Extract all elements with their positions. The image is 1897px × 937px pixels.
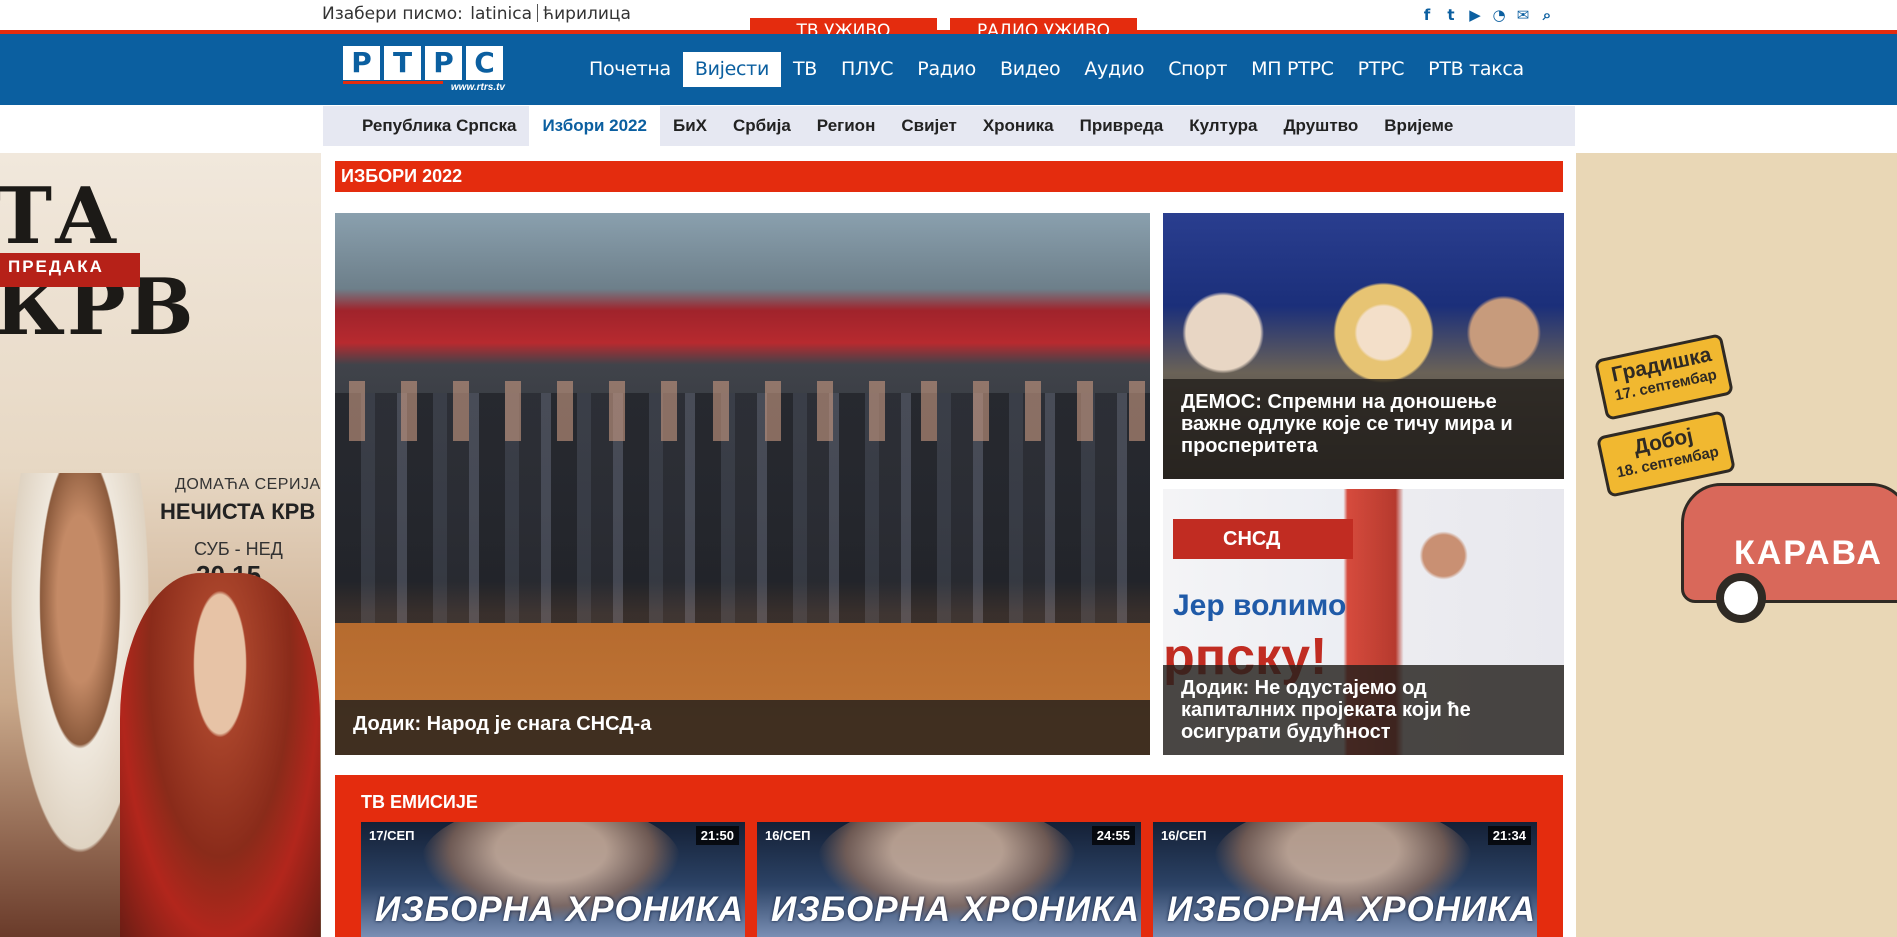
nav-item-plus[interactable]: ПЛУС <box>829 52 905 87</box>
ad-text-series-name: НЕЧИСТА КРВ <box>160 499 316 524</box>
tv-show-date: 17/СЕП <box>369 828 415 843</box>
tv-show-card[interactable]: 16/СЕП 24:55 ИЗБОРНА ХРОНИКА <box>757 822 1141 937</box>
ad-bus-label: КАРАВА <box>1734 534 1883 572</box>
hero-story[interactable]: Додик: Народ је снага СНСД-а <box>335 213 1150 755</box>
subnav-item-crime[interactable]: Хроника <box>970 106 1067 146</box>
tv-show-date: 16/СЕП <box>765 828 811 843</box>
nav-item-home[interactable]: Почетна <box>577 52 683 87</box>
tv-show-duration: 21:34 <box>1487 826 1531 845</box>
twitter-icon[interactable]: t <box>1442 5 1460 25</box>
side-story-headline[interactable]: Додик: Не одустајемо од капиталних проје… <box>1163 665 1564 755</box>
nav-item-audio[interactable]: Аудио <box>1072 52 1156 87</box>
subnav-item-republika-srpska[interactable]: Република Српска <box>349 106 529 146</box>
ad-bus-illustration: КАРАВА <box>1681 483 1897 603</box>
photo-banner-snsd: СНСД <box>1173 519 1353 559</box>
main-nav: Почетна Вијести ТВ ПЛУС Радио Видео Ауди… <box>577 52 1536 87</box>
tv-show-card[interactable]: 16/СЕП 21:34 ИЗБОРНА ХРОНИКА <box>1153 822 1537 937</box>
tv-show-duration: 24:55 <box>1091 826 1135 845</box>
script-latin-link[interactable]: latinica <box>470 4 532 24</box>
left-ad-banner[interactable]: ТА КРВ ПРЕДАКА ДОМАЋА СЕРИЈА НЕЧИСТА КРВ… <box>0 153 321 937</box>
tv-show-duration: 21:50 <box>695 826 739 845</box>
side-story-demos[interactable]: ДЕМОС: Спремни на доношење важне одлуке … <box>1163 213 1564 479</box>
side-story-dodik[interactable]: СНСД Јер волимо рпску! Додик: Не одустај… <box>1163 489 1564 755</box>
ad-text-domestic-series: ДОМАЋА СЕРИЈА <box>175 476 321 493</box>
nav-item-video[interactable]: Видео <box>988 52 1072 87</box>
tv-show-title: ИЗБОРНА ХРОНИКА <box>375 890 744 929</box>
sub-nav: Република Српска Избори 2022 БиХ Србија … <box>323 106 1575 146</box>
tv-show-card[interactable]: 17/СЕП 21:50 ИЗБОРНА ХРОНИКА <box>361 822 745 937</box>
side-story-headline[interactable]: ДЕМОС: Спремни на доношење важне одлуке … <box>1163 379 1564 479</box>
tv-show-date: 16/СЕП <box>1161 828 1207 843</box>
rtrs-logo[interactable]: Р Т Р С www.rtrs.tv <box>343 46 505 93</box>
top-bar: Изабери писмо: latinica ћирилица f t ▶ ◔ … <box>0 0 1897 30</box>
subnav-item-bih[interactable]: БиХ <box>660 106 720 146</box>
mail-icon[interactable]: ✉ <box>1514 5 1532 25</box>
photo-banner-slogan: Јер волимо <box>1173 589 1347 622</box>
subnav-item-serbia[interactable]: Србија <box>720 106 804 146</box>
subnav-item-weather[interactable]: Вријеме <box>1371 106 1466 146</box>
tv-show-title: ИЗБОРНА ХРОНИКА <box>771 890 1140 929</box>
youtube-icon[interactable]: ▶ <box>1466 5 1484 25</box>
nav-item-rtv-fee[interactable]: РТВ такса <box>1416 52 1536 87</box>
script-divider <box>537 4 539 22</box>
logo-letter: Р <box>425 46 462 80</box>
tv-show-title: ИЗБОРНА ХРОНИКА <box>1167 890 1536 929</box>
logo-stripe <box>343 81 443 84</box>
subnav-item-economy[interactable]: Привреда <box>1067 106 1177 146</box>
social-links: f t ▶ ◔ ✉ ⌕ <box>1418 5 1556 25</box>
tv-shows-section: ТВ ЕМИСИЈЕ 17/СЕП 21:50 ИЗБОРНА ХРОНИКА … <box>335 775 1563 937</box>
hero-story-headline[interactable]: Додик: Народ је снага СНСД-а <box>335 700 1150 755</box>
logo-letter: Т <box>384 46 421 80</box>
nav-item-sport[interactable]: Спорт <box>1156 52 1239 87</box>
right-ad-banner[interactable]: Градишка 17. септембар Добој 18. септемб… <box>1576 153 1897 937</box>
nav-item-news[interactable]: Вијести <box>682 52 781 87</box>
subnav-item-region[interactable]: Регион <box>804 106 889 146</box>
nav-item-radio[interactable]: Радио <box>905 52 988 87</box>
main-header: Р Т Р С www.rtrs.tv Почетна Вијести ТВ П… <box>0 34 1897 105</box>
tv-shows-title[interactable]: ТВ ЕМИСИЈЕ <box>361 792 478 813</box>
nav-item-tv[interactable]: ТВ <box>781 52 829 87</box>
ad-series-subtitle: ПРЕДАКА <box>8 257 104 276</box>
ad-ticket-gradiska: Градишка 17. септембар <box>1593 333 1735 421</box>
ad-text-days: СУБ - НЕД <box>194 539 283 559</box>
ad-bus-wheel <box>1716 573 1766 623</box>
logo-letter: С <box>466 46 503 80</box>
logo-letter: Р <box>343 46 380 80</box>
hero-photo-heads <box>335 381 1150 441</box>
subnav-item-culture[interactable]: Култура <box>1176 106 1270 146</box>
script-cyrillic-link[interactable]: ћирилица <box>543 4 631 24</box>
ad-figure-woman <box>120 573 320 937</box>
logo-url: www.rtrs.tv <box>450 82 505 93</box>
script-selector-label: Изабери писмо: <box>322 4 463 24</box>
photo-banner-snsd-text: СНСД <box>1223 528 1281 550</box>
subnav-item-elections-2022[interactable]: Избори 2022 <box>529 106 660 146</box>
script-selector: Изабери писмо: latinica ћирилица <box>322 4 631 24</box>
subnav-item-world[interactable]: Свијет <box>888 106 969 146</box>
nav-item-rtrs[interactable]: РТРС <box>1346 52 1417 87</box>
subnav-item-society[interactable]: Друштво <box>1270 106 1371 146</box>
facebook-icon[interactable]: f <box>1418 5 1436 25</box>
main-content: ИЗБОРИ 2022 Додик: Народ је снага СНСД-а… <box>323 153 1575 937</box>
nav-item-mp-rtrs[interactable]: МП РТРС <box>1239 52 1345 87</box>
section-title[interactable]: ИЗБОРИ 2022 <box>335 161 1563 192</box>
search-icon[interactable]: ⌕ <box>1538 5 1556 25</box>
rss-icon[interactable]: ◔ <box>1490 5 1508 25</box>
